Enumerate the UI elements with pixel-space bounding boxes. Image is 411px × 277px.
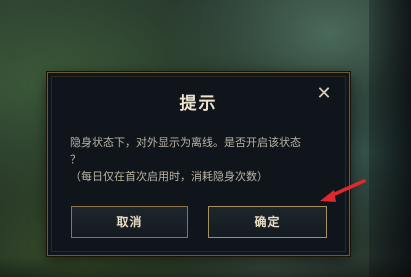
confirm-button[interactable]: 确定 [208,206,327,238]
red-arrow-icon [320,179,366,202]
message-line: 隐身状态下，对外显示为离线。是否开启该状态 [70,136,301,149]
prompt-dialog: 提示 ✕ 隐身状态下，对外显示为离线。是否开启该状态 ？ （每日仅在首次启用时，… [47,72,350,256]
message-line: ？ [70,153,81,166]
background-panel-strip [369,0,411,277]
dialog-title: 提示 [179,94,218,114]
close-icon[interactable]: ✕ [315,85,333,103]
dialog-message: 隐身状态下，对外显示为离线。是否开启该状态 ？ （每日仅在首次启用时，消耗隐身次… [70,134,331,185]
cancel-button[interactable]: 取消 [71,206,188,238]
bottom-shade [0,257,411,277]
message-note: （每日仅在首次启用时，消耗隐身次数） [70,170,268,183]
